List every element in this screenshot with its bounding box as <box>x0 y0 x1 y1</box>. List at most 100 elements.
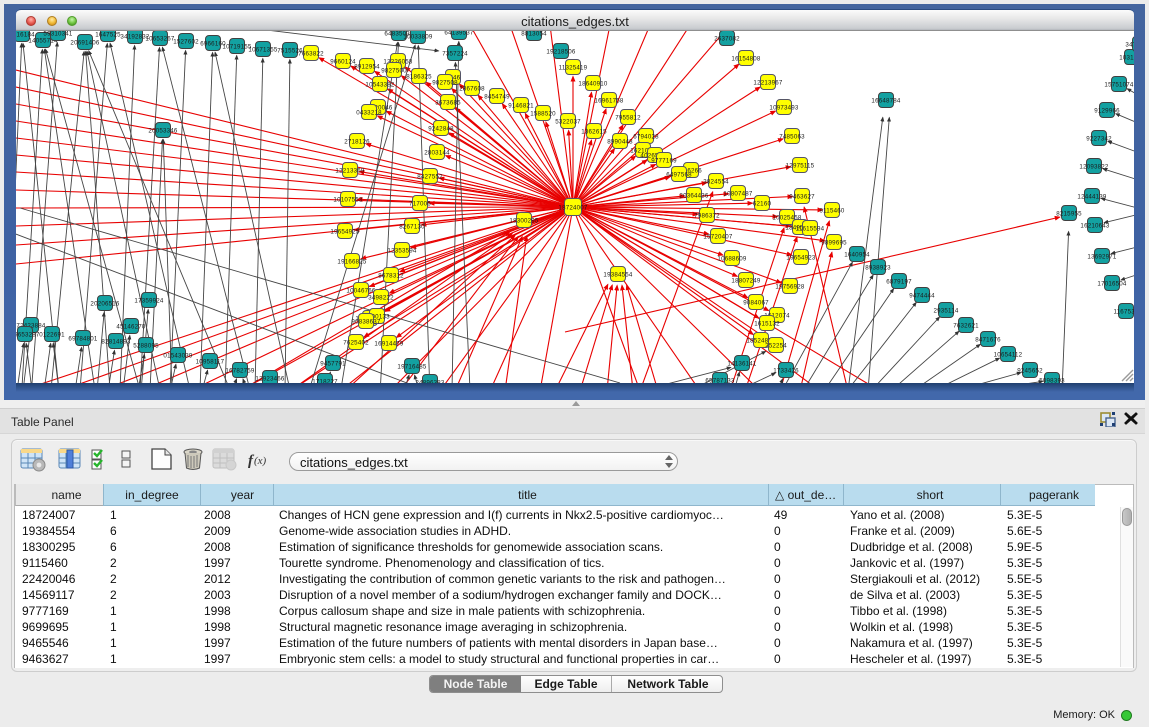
svg-text:45146270: 45146270 <box>116 323 145 330</box>
svg-text:59310341: 59310341 <box>43 31 72 37</box>
svg-text:5288095: 5288095 <box>133 342 159 349</box>
svg-text:8990448: 8990448 <box>607 138 633 145</box>
svg-text:90838637: 90838637 <box>351 318 380 325</box>
svg-text:62160: 62160 <box>753 200 772 207</box>
svg-text:8215955: 8215955 <box>1056 210 1082 217</box>
svg-text:8471676: 8471676 <box>975 336 1001 343</box>
svg-text:9457791: 9457791 <box>320 360 346 367</box>
svg-text:2803144: 2803144 <box>424 149 450 156</box>
svg-text:1031051: 1031051 <box>1119 54 1134 61</box>
svg-text:1362615: 1362615 <box>581 128 607 135</box>
svg-text:10973493: 10973493 <box>769 104 798 111</box>
svg-text:1615132: 1615132 <box>754 320 780 327</box>
svg-text:16961758: 16961758 <box>594 97 623 104</box>
svg-text:10107553: 10107553 <box>333 196 362 203</box>
svg-text:12444139: 12444139 <box>1077 193 1106 200</box>
svg-text:7357224: 7357224 <box>442 50 468 57</box>
svg-text:9242848: 9242848 <box>428 125 454 132</box>
svg-text:10543382: 10543382 <box>365 81 394 88</box>
svg-text:12923466: 12923466 <box>255 375 284 382</box>
svg-text:8678312: 8678312 <box>378 272 404 279</box>
svg-text:7955812: 7955812 <box>615 114 641 121</box>
svg-text:19218506: 19218506 <box>546 48 575 55</box>
svg-text:20691406: 20691406 <box>70 39 99 46</box>
svg-text:19654925: 19654925 <box>330 228 359 235</box>
svg-text:9227342: 9227342 <box>1086 135 1112 142</box>
svg-text:10688609: 10688609 <box>717 255 746 262</box>
svg-text:82814893: 82814893 <box>101 338 130 345</box>
svg-text:7625402: 7625402 <box>343 339 369 346</box>
svg-text:(x): (x) <box>254 455 267 467</box>
svg-text:5098393: 5098393 <box>1039 377 1065 382</box>
svg-text:8813054: 8813054 <box>521 31 547 37</box>
svg-text:10653267: 10653267 <box>145 35 174 42</box>
svg-text:2867608: 2867608 <box>459 85 485 92</box>
svg-text:2637082: 2637082 <box>714 35 740 42</box>
svg-text:1647525: 1647525 <box>95 31 121 38</box>
svg-text:20364436: 20364436 <box>679 192 708 199</box>
svg-text:12975115: 12975115 <box>786 162 815 169</box>
svg-text:7632621: 7632621 <box>953 322 979 329</box>
svg-text:64139537: 64139537 <box>444 31 473 36</box>
svg-text:19654923: 19654923 <box>786 254 815 261</box>
svg-text:9474444: 9474444 <box>909 292 935 299</box>
svg-text:7986372: 7986372 <box>694 212 720 219</box>
svg-text:19716485: 19716485 <box>397 363 426 370</box>
svg-text:6497568: 6497568 <box>666 171 692 178</box>
svg-text:17359924: 17359924 <box>134 297 163 304</box>
svg-text:19166825: 19166825 <box>337 258 366 265</box>
svg-text:01543039: 01543039 <box>163 352 192 359</box>
svg-text:10654112: 10654112 <box>994 351 1023 358</box>
svg-text:9827508: 9827508 <box>432 79 458 86</box>
svg-text:9827500: 9827500 <box>381 67 407 74</box>
svg-text:6879197: 6879197 <box>886 278 912 285</box>
svg-text:717006: 717006 <box>409 200 431 207</box>
svg-text:9463627: 9463627 <box>789 193 815 200</box>
svg-text:18300295: 18300295 <box>509 217 538 224</box>
svg-text:10671355: 10671355 <box>248 46 277 53</box>
svg-text:18807249: 18807249 <box>731 277 760 284</box>
svg-text:18640910: 18640910 <box>578 80 607 87</box>
svg-text:14136141: 14136141 <box>727 360 756 367</box>
svg-text:10958117: 10958117 <box>196 358 225 365</box>
svg-text:9899695: 9899695 <box>821 239 847 246</box>
svg-text:9777169: 9777169 <box>651 157 677 164</box>
svg-text:7663822: 7663822 <box>298 50 324 57</box>
svg-text:9660124: 9660124 <box>330 58 356 65</box>
svg-text:5322037: 5322037 <box>555 118 581 125</box>
svg-text:12093822: 12093822 <box>1079 163 1108 170</box>
svg-text:12213369: 12213369 <box>335 167 364 174</box>
svg-text:18724007: 18724007 <box>558 204 587 211</box>
svg-text:1167533: 1167533 <box>1113 308 1134 315</box>
svg-text:15751074: 15751074 <box>1104 81 1133 88</box>
svg-text:20206516: 20206516 <box>90 300 119 307</box>
svg-text:20053346: 20053346 <box>148 127 177 134</box>
svg-text:10046766: 10046766 <box>346 287 375 294</box>
svg-text:3673685: 3673685 <box>435 99 461 106</box>
svg-text:8454749: 8454749 <box>484 93 510 100</box>
svg-text:8912954: 8912954 <box>354 63 380 70</box>
svg-text:16154808: 16154808 <box>731 55 760 62</box>
svg-text:1588520: 1588520 <box>530 110 556 117</box>
svg-text:9084067: 9084067 <box>743 299 769 306</box>
svg-text:7485063: 7485063 <box>779 133 805 140</box>
svg-text:16782759: 16782759 <box>225 367 254 374</box>
svg-text:1527602: 1527602 <box>173 38 199 45</box>
svg-text:8267130: 8267130 <box>399 223 425 230</box>
svg-text:69784801: 69784801 <box>68 335 97 342</box>
svg-text:11325419: 11325419 <box>559 64 588 71</box>
svg-text:9245652: 9245652 <box>1017 367 1043 374</box>
svg-text:65787133: 65787133 <box>705 377 734 382</box>
svg-text:6794028: 6794028 <box>633 133 659 140</box>
svg-text:16914479: 16914479 <box>374 340 403 347</box>
svg-text:16648784: 16648784 <box>871 97 900 104</box>
svg-text:12353594: 12353594 <box>387 247 416 254</box>
svg-text:9115460: 9115460 <box>819 207 844 214</box>
svg-text:19756928: 19756928 <box>775 283 804 290</box>
svg-text:8186325: 8186325 <box>406 73 432 80</box>
svg-text:10033809: 10033809 <box>403 33 432 40</box>
svg-text:1640954: 1640954 <box>844 251 870 258</box>
svg-text:12213967: 12213967 <box>753 79 782 86</box>
svg-text:252254: 252254 <box>765 342 787 349</box>
svg-text:34738299: 34738299 <box>1125 41 1134 48</box>
